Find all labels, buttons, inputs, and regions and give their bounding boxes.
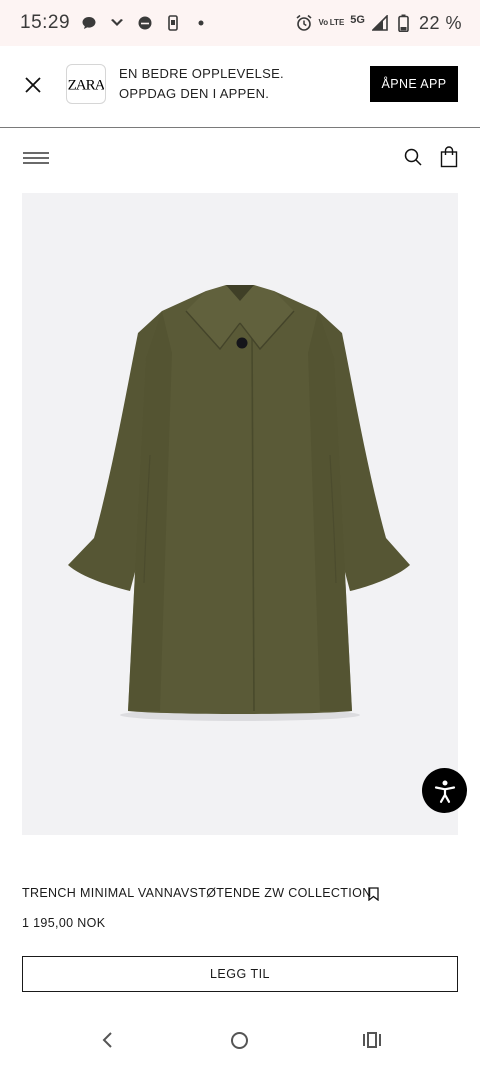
screen: 15:29 Vo LTE 5G 22 % ZARA EN BEDRE OPPLE…	[0, 0, 480, 1067]
messenger-icon	[136, 14, 154, 32]
status-bar-right: Vo LTE 5G 22 %	[295, 13, 462, 34]
trench-coat-image	[68, 285, 410, 721]
battery-icon	[395, 14, 413, 32]
network-type: 5G	[350, 14, 365, 26]
bookmark-icon[interactable]	[368, 887, 379, 902]
status-bar-left: 15:29	[20, 12, 210, 34]
product-name: TRENCH MINIMAL VANNAVSTØTENDE ZW COLLECT…	[22, 886, 372, 900]
product-price: 1 195,00 NOK	[22, 916, 106, 930]
alarm-icon	[295, 14, 313, 32]
recent-apps-icon[interactable]	[362, 1031, 382, 1049]
open-app-button[interactable]: ÅPNE APP	[370, 66, 458, 102]
banner-line-1: EN BEDRE OPPLEVELSE.	[119, 66, 284, 81]
battery-percent: 22 %	[418, 12, 462, 33]
banner-line-2: OPPDAG DEN I APPEN.	[119, 86, 270, 101]
add-to-cart-button[interactable]: LEGG TIL	[22, 956, 458, 992]
volte-indicator: Vo LTE	[318, 18, 345, 27]
svg-text:ZARA: ZARA	[68, 78, 104, 93]
dot-icon	[192, 14, 210, 32]
product-image[interactable]	[22, 193, 458, 835]
home-icon[interactable]	[230, 1031, 249, 1050]
top-nav	[0, 128, 480, 188]
banner-message: EN BEDRE OPPLEVELSE. OPPDAG DEN I APPEN.	[119, 64, 284, 104]
signal-icon	[371, 14, 389, 32]
phone-icon	[164, 14, 182, 32]
menu-icon[interactable]	[22, 148, 50, 168]
close-icon[interactable]	[22, 74, 44, 96]
chat-bubble-icon	[80, 14, 98, 32]
status-bar: 15:29 Vo LTE 5G 22 %	[0, 0, 480, 46]
chevron-down-icon	[108, 14, 126, 32]
accessibility-button[interactable]	[422, 768, 467, 813]
zara-logo: ZARA	[66, 64, 106, 104]
back-icon[interactable]	[100, 1030, 116, 1050]
shopping-bag-icon[interactable]	[440, 146, 458, 168]
system-nav-bar	[0, 1012, 480, 1067]
status-time: 15:29	[20, 12, 71, 33]
zara-logo-mark: ZARA	[68, 78, 104, 93]
search-icon[interactable]	[403, 147, 423, 167]
accessibility-icon	[434, 780, 455, 803]
app-banner: ZARA EN BEDRE OPPLEVELSE. OPPDAG DEN I A…	[0, 46, 480, 128]
